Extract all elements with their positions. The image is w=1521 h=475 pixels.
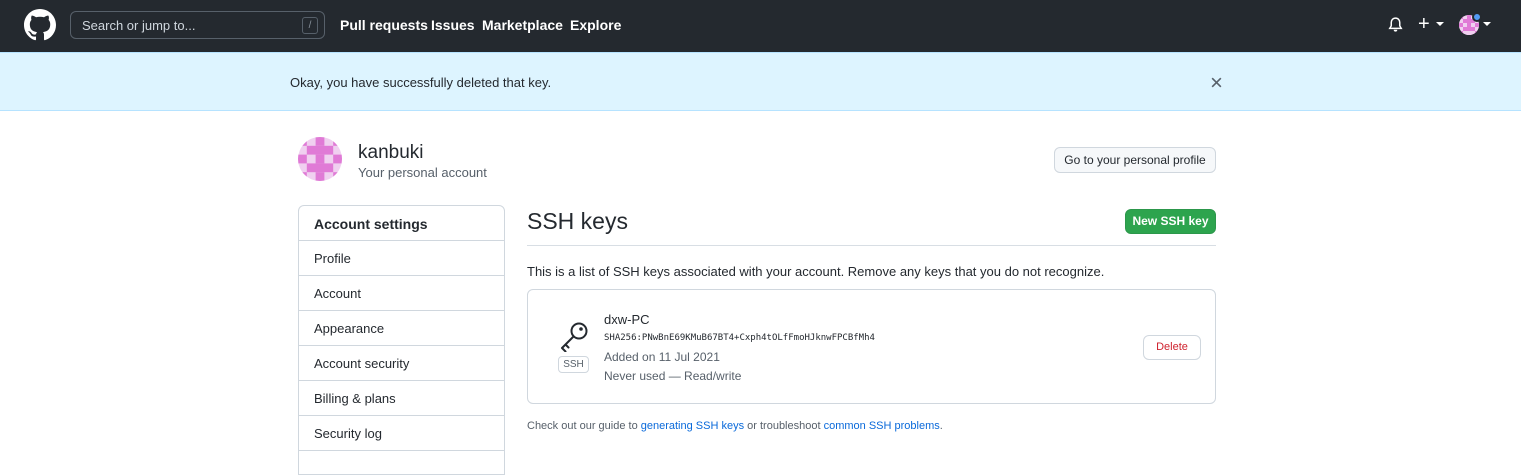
search-shortcut-key: /	[302, 17, 318, 34]
sidebar-item-account-security[interactable]: Account security	[299, 346, 504, 381]
key-icon	[561, 322, 588, 352]
account-name[interactable]: kanbuki	[358, 142, 424, 164]
sidebar-heading: Account settings	[299, 206, 504, 241]
help-prefix: Check out our guide to	[527, 420, 641, 432]
key-added-date: Added on 11 Jul 2021	[604, 350, 720, 364]
settings-sidebar: Account settings Profile Account Appeara…	[298, 205, 505, 475]
account-subtitle: Your personal account	[358, 165, 487, 180]
generating-ssh-keys-link[interactable]: generating SSH keys	[641, 420, 744, 432]
key-usage-status: Never used — Read/write	[604, 369, 742, 383]
search-input[interactable]: Search or jump to... /	[70, 11, 325, 39]
account-avatar[interactable]	[298, 137, 342, 181]
go-to-profile-button[interactable]: Go to your personal profile	[1054, 147, 1216, 173]
sidebar-item-profile[interactable]: Profile	[299, 241, 504, 276]
sidebar-item-security-log[interactable]: Security log	[299, 416, 504, 451]
page-title: SSH keys	[527, 208, 628, 234]
status-dot-icon	[1472, 12, 1482, 22]
create-new-caret-icon[interactable]	[1436, 22, 1444, 26]
search-placeholder: Search or jump to...	[82, 18, 196, 33]
ssh-key-item: SSH dxw-PC SHA256:PNwBnE69KMuB67BT4+Cxph…	[527, 289, 1216, 404]
sidebar-item-billing-plans[interactable]: Billing & plans	[299, 381, 504, 416]
key-title: dxw-PC	[604, 312, 650, 327]
notifications-bell-icon[interactable]	[1387, 16, 1404, 34]
ssh-help-note: Check out our guide to generating SSH ke…	[527, 420, 943, 432]
sidebar-item-appearance[interactable]: Appearance	[299, 311, 504, 346]
flash-notice: Okay, you have successfully deleted that…	[0, 52, 1521, 111]
avatar-caret-icon[interactable]	[1483, 22, 1491, 26]
ssh-keys-description: This is a list of SSH keys associated wi…	[527, 264, 1105, 279]
help-middle: or troubleshoot	[744, 420, 824, 432]
close-icon[interactable]	[1210, 76, 1223, 89]
help-suffix: .	[939, 420, 943, 432]
create-new-plus-icon[interactable]: +	[1418, 14, 1430, 34]
title-divider	[527, 245, 1216, 246]
github-logo-icon[interactable]	[24, 9, 56, 41]
common-ssh-problems-link[interactable]: common SSH problems	[824, 420, 940, 432]
nav-issues[interactable]: Issues	[431, 17, 475, 33]
ssh-badge: SSH	[558, 356, 589, 373]
key-fingerprint: SHA256:PNwBnE69KMuB67BT4+Cxph4tOLfFmoHJk…	[604, 333, 875, 343]
nav-marketplace[interactable]: Marketplace	[482, 17, 563, 33]
nav-pull-requests[interactable]: Pull requests	[340, 17, 428, 33]
top-header: Search or jump to... / Pull requests Iss…	[0, 0, 1521, 52]
new-ssh-key-button[interactable]: New SSH key	[1125, 209, 1216, 234]
identicon-icon	[298, 137, 342, 181]
flash-message: Okay, you have successfully deleted that…	[290, 75, 552, 90]
sidebar-item-account[interactable]: Account	[299, 276, 504, 311]
nav-explore[interactable]: Explore	[570, 17, 621, 33]
delete-key-button[interactable]: Delete	[1143, 335, 1201, 360]
